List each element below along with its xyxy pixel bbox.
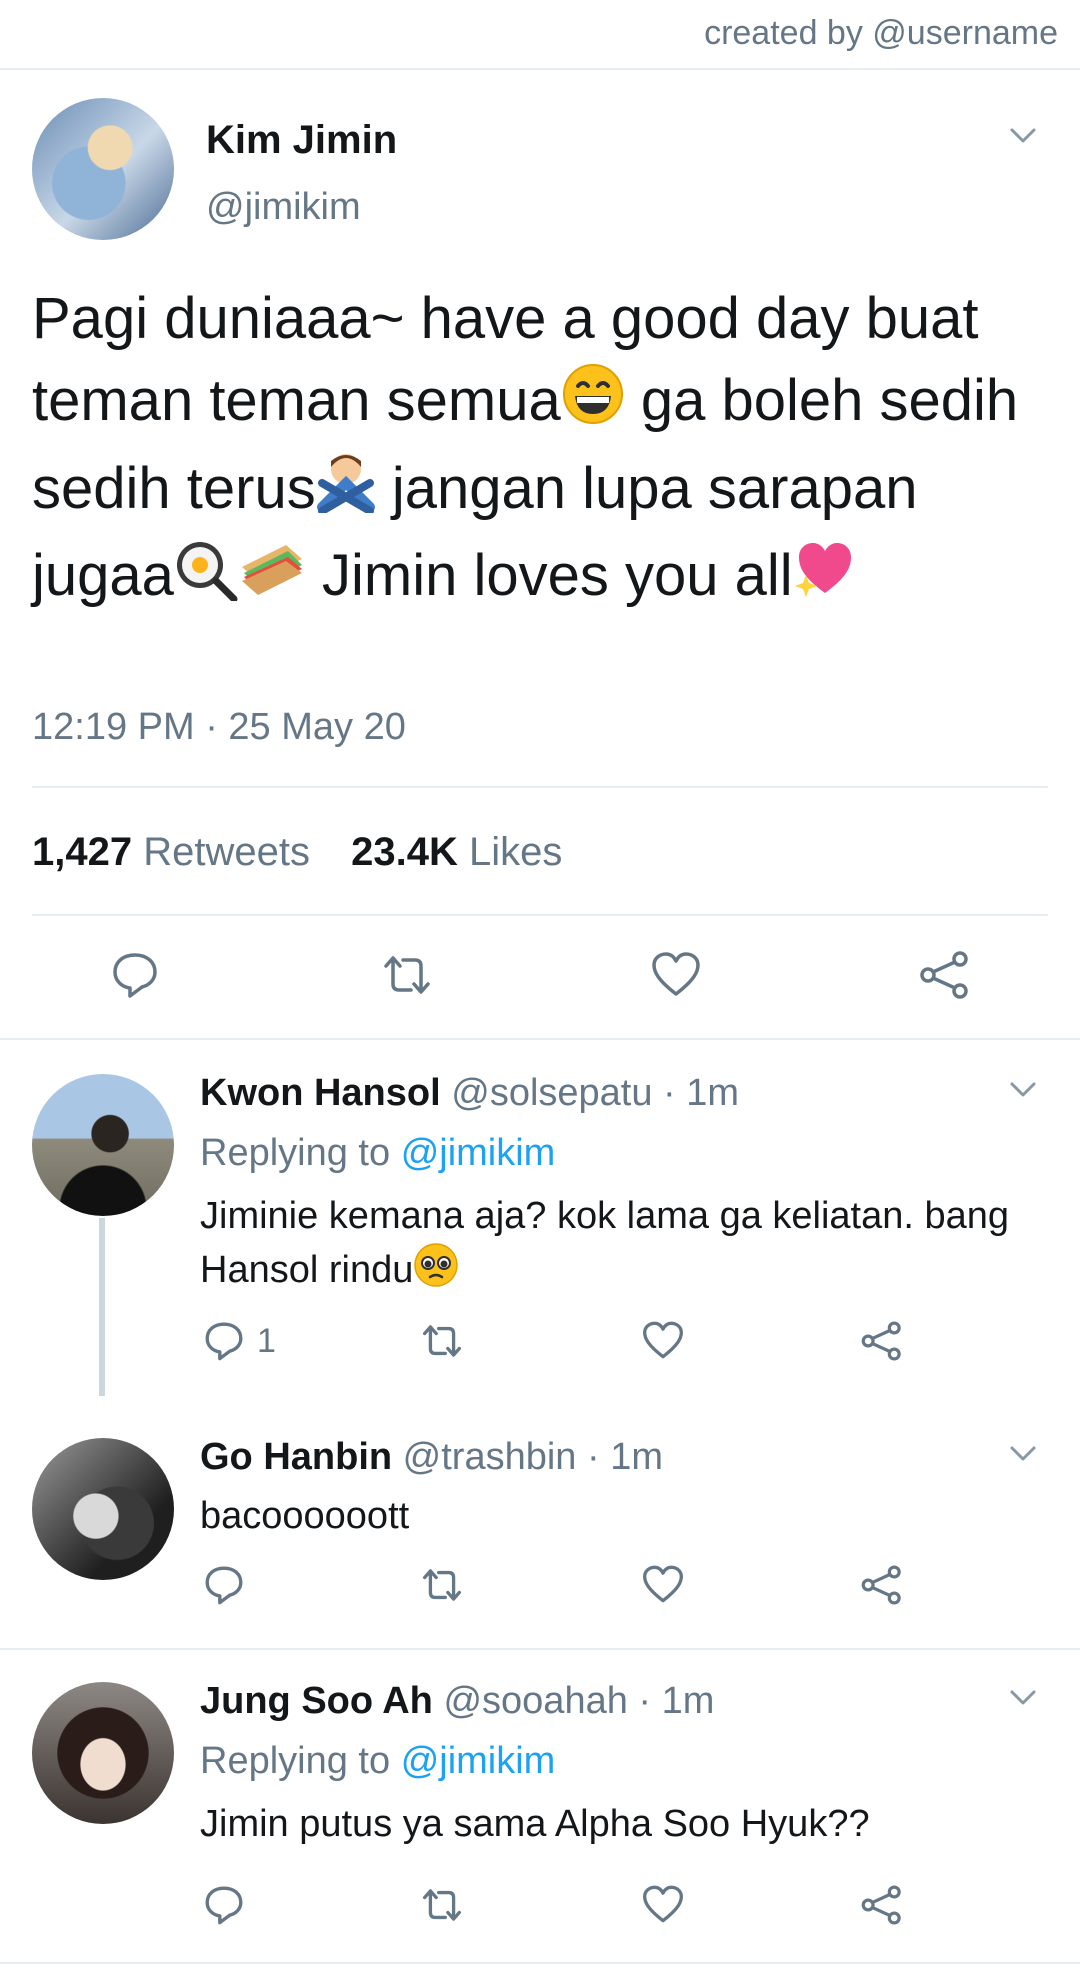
divider [0, 1648, 1080, 1650]
like-button[interactable] [641, 1884, 685, 1924]
author-name[interactable]: Kim Jimin [206, 118, 397, 163]
chevron-down-icon[interactable] [1010, 1082, 1036, 1098]
reply-author[interactable]: Kwon Hansol @solsepatu · 1m [200, 1072, 739, 1115]
reply-button[interactable] [110, 950, 160, 1000]
replying-to-link[interactable]: @jimikim [401, 1132, 556, 1174]
author-handle[interactable]: @jimikim [206, 186, 361, 229]
like-icon [643, 1885, 683, 1923]
replying-to-label: Replying to [200, 1132, 391, 1174]
like-icon [643, 1321, 683, 1359]
reply-author[interactable]: Jung Soo Ah @sooahah · 1m [200, 1680, 714, 1723]
retweet-button[interactable] [418, 1320, 466, 1362]
reply-author-name: Go Hanbin [200, 1436, 393, 1478]
chevron-down-icon[interactable] [1010, 128, 1036, 144]
tweet-text-part: Jimin loves you all [305, 543, 793, 609]
avatar[interactable] [32, 98, 174, 240]
chevron-down-icon[interactable] [1010, 1690, 1036, 1706]
replying-to: Replying to @jimikim [200, 1132, 555, 1175]
reply-author-name: Jung Soo Ah [200, 1680, 433, 1722]
likes-count[interactable]: 23.4K [351, 830, 458, 874]
person-gesturing-no-emoji-icon [316, 449, 376, 535]
reply-count: 1 [257, 1321, 276, 1360]
share-button[interactable] [860, 1884, 904, 1926]
share-button[interactable] [860, 1564, 904, 1606]
sparkling-heart-emoji-icon [793, 537, 857, 623]
reply-text: Jiminie kemana aja? kok lama ga keliatan… [200, 1190, 1040, 1302]
reply-button[interactable] [203, 1564, 245, 1606]
reply-icon [205, 1886, 243, 1925]
share-icon [861, 1885, 901, 1925]
pleading-face-emoji-icon [413, 1242, 459, 1302]
retweet-icon [384, 956, 430, 994]
retweets-count[interactable]: 1,427 [32, 830, 132, 874]
retweet-icon [422, 1889, 462, 1921]
retweet-button[interactable] [418, 1564, 466, 1606]
reply-author-handle-time: @sooahah · 1m [443, 1680, 715, 1722]
retweet-icon [422, 1325, 462, 1357]
reply-icon [205, 1566, 243, 1605]
share-button[interactable] [860, 1320, 904, 1362]
replying-to-link[interactable]: @jimikim [401, 1740, 556, 1782]
reply-button[interactable] [203, 1884, 245, 1926]
thread-line [99, 1218, 105, 1396]
avatar[interactable] [32, 1682, 174, 1824]
reply-author-handle-time: @solsepatu · 1m [451, 1072, 740, 1114]
share-icon [861, 1321, 901, 1361]
divider [32, 786, 1048, 788]
tweet-text: Pagi duniaaa~ have a good day buat teman… [32, 278, 1042, 623]
like-icon [643, 1565, 683, 1603]
divider [32, 914, 1048, 916]
reply-author[interactable]: Go Hanbin @trashbin · 1m [200, 1436, 663, 1479]
likes-label[interactable]: Likes [469, 830, 562, 874]
avatar[interactable] [32, 1438, 174, 1580]
reply-text: Jimin putus ya sama Alpha Soo Hyuk?? [200, 1803, 870, 1845]
chevron-down-icon[interactable] [1010, 1446, 1036, 1462]
reply-text: bacoooooott [200, 1495, 410, 1537]
reply-author-name: Kwon Hansol [200, 1072, 441, 1114]
replying-to-label: Replying to [200, 1740, 391, 1782]
tweet-timestamp[interactable]: 12:19 PM · 25 May 20 [32, 706, 406, 749]
replying-to: Replying to @jimikim [200, 1740, 555, 1783]
reply-text-content: Jiminie kemana aja? kok lama ga keliatan… [200, 1195, 1010, 1292]
retweet-icon [422, 1569, 462, 1601]
share-icon [920, 951, 968, 999]
retweets-label[interactable]: Retweets [143, 830, 310, 874]
reply-button[interactable]: 1 [203, 1320, 276, 1362]
like-button[interactable] [650, 950, 702, 998]
share-button[interactable] [918, 950, 972, 1000]
grinning-emoji-icon [561, 362, 625, 448]
frying-pan-egg-emoji-icon [174, 537, 238, 623]
divider [0, 1962, 1080, 1964]
like-button[interactable] [641, 1320, 685, 1360]
share-icon [861, 1565, 901, 1605]
retweet-button[interactable] [378, 950, 436, 1000]
like-button[interactable] [641, 1564, 685, 1604]
reply-icon [205, 1322, 243, 1361]
sandwich-emoji-icon [238, 537, 306, 623]
credit-text: created by @username [704, 14, 1058, 52]
like-icon [652, 952, 700, 996]
retweet-button[interactable] [418, 1884, 466, 1926]
avatar[interactable] [32, 1074, 174, 1216]
divider [0, 68, 1080, 70]
divider [0, 1038, 1080, 1040]
reply-icon [113, 953, 157, 998]
reply-author-handle-time: @trashbin · 1m [402, 1436, 663, 1478]
tweet-stats: 1,427 Retweets 23.4K Likes [32, 830, 592, 875]
